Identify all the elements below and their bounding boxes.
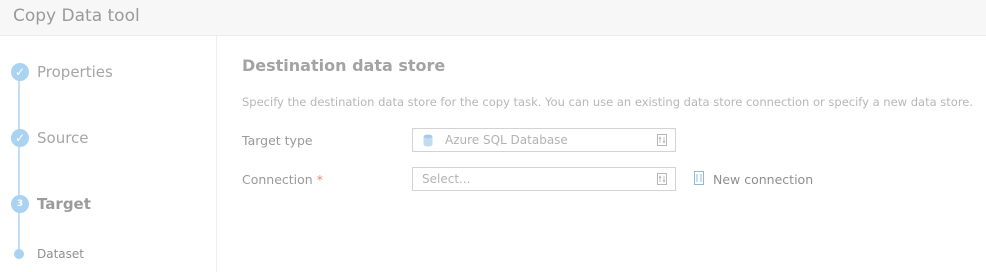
steps-progress-rail [18, 72, 20, 257]
step-properties[interactable]: ✓ Properties [0, 57, 217, 87]
step-label: Source [37, 129, 89, 147]
target-type-value: Azure SQL Database [445, 133, 568, 147]
connection-label-text: Connection [242, 172, 313, 187]
connection-placeholder: Select... [422, 172, 471, 186]
app-title: Copy Data tool [13, 6, 140, 26]
step-source[interactable]: ✓ Source [0, 123, 217, 153]
step-target[interactable]: 3 Target [0, 189, 217, 219]
database-icon [423, 134, 433, 147]
title-bar: Copy Data tool [0, 0, 986, 36]
page-description: Specify the destination data store for t… [242, 95, 974, 109]
wizard-steps-sidebar: ✓ Properties ✓ Source 3 Target Dataset [0, 36, 217, 272]
step-label: Dataset [37, 247, 84, 261]
step-number-icon: 3 [11, 195, 29, 213]
connection-label: Connection * [242, 172, 323, 187]
new-connection-icon [694, 171, 704, 185]
target-type-select[interactable]: Azure SQL Database [412, 128, 676, 152]
sub-step-dot-icon [14, 249, 24, 259]
step-label: Target [37, 195, 91, 213]
check-icon: ✓ [11, 63, 29, 81]
required-marker: * [316, 172, 323, 187]
new-connection-label: New connection [713, 172, 814, 187]
connection-select[interactable]: Select... [412, 167, 676, 191]
step-label: Properties [37, 63, 113, 81]
dropdown-icon [657, 134, 667, 146]
page-title: Destination data store [242, 56, 446, 75]
step-dataset[interactable]: Dataset [0, 240, 217, 270]
check-icon: ✓ [11, 129, 29, 147]
dropdown-icon [657, 173, 667, 185]
target-type-label: Target type [242, 133, 313, 148]
